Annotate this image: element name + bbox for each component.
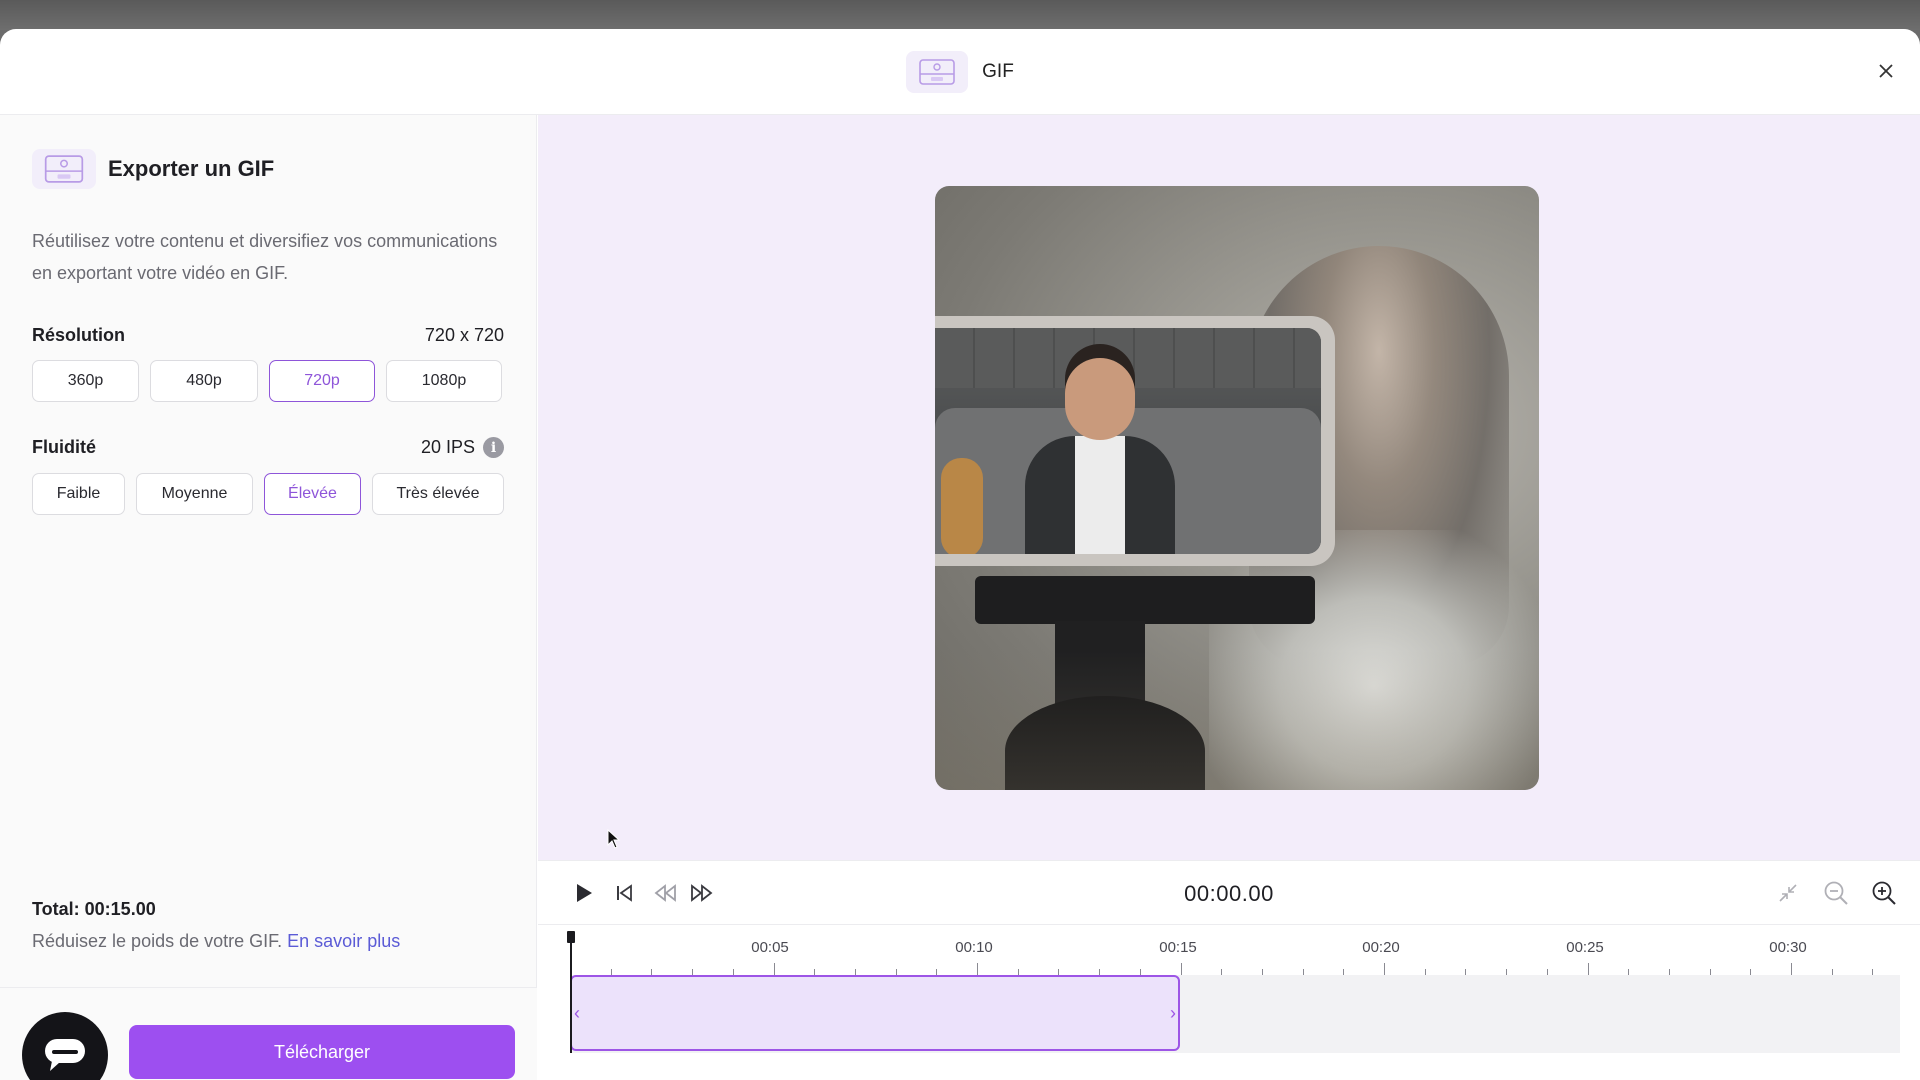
gif-thumbnail-icon: [906, 50, 969, 93]
resolution-option-1080p[interactable]: 1080p: [386, 360, 502, 402]
fluidity-option-medium[interactable]: Moyenne: [136, 473, 253, 515]
fluidity-value-group: 20 IPS i: [421, 437, 504, 458]
range-start-handle[interactable]: ‹: [574, 1003, 580, 1024]
backdrop: [0, 0, 1920, 30]
mouse-cursor-icon: [607, 829, 621, 849]
zoom-in-icon[interactable]: [1870, 879, 1898, 907]
fluidity-options: Faible Moyenne Élevée Très élevée: [32, 473, 504, 515]
video-guitar: [941, 458, 983, 554]
collapse-icon[interactable]: [1774, 879, 1802, 907]
reduce-size-text: Réduisez le poids de votre GIF.: [32, 931, 283, 951]
ruler-label: 00:15: [1159, 939, 1197, 956]
close-icon[interactable]: [1872, 57, 1900, 85]
download-button[interactable]: Télécharger: [129, 1025, 515, 1079]
video-foreground-blur: [935, 650, 1539, 790]
modal-title: GIF: [982, 60, 1014, 82]
video-tripod-head: [975, 576, 1315, 624]
chat-icon[interactable]: [22, 1012, 108, 1080]
export-description: Réutilisez votre contenu et diversifiez …: [32, 231, 498, 283]
export-heading: Exporter un GIF: [32, 149, 274, 189]
video-phone: [935, 316, 1335, 566]
video-preview[interactable]: [935, 186, 1539, 790]
ruler-label: 00:10: [955, 939, 993, 956]
video-kid-head: [1065, 358, 1135, 440]
ruler-tick: [977, 963, 978, 975]
total-duration: Total: 00:15.00: [32, 899, 156, 919]
fluidity-option-very-high[interactable]: Très élevée: [372, 473, 504, 515]
ruler-tick: [1384, 963, 1385, 975]
ruler-tick: [1587, 963, 1589, 975]
export-title: Exporter un GIF: [108, 156, 275, 181]
panel-footer: Télécharger: [0, 987, 537, 1080]
reduce-size-note: Réduisez le poids de votre GIF. En savoi…: [32, 931, 400, 952]
video-preview-area: [538, 115, 1920, 860]
header-title-group: GIF: [906, 50, 1014, 93]
ruler-tick: [1180, 963, 1182, 975]
fluidity-header: Fluidité 20 IPS i: [32, 437, 504, 458]
video-phone-screen: [935, 328, 1321, 554]
resolution-header: Résolution 720 x 720: [32, 325, 504, 346]
ruler-label: 00:05: [751, 939, 789, 956]
ruler-label: 00:20: [1362, 939, 1400, 956]
resolution-option-480p[interactable]: 480p: [150, 360, 258, 402]
ruler-label: 00:30: [1769, 939, 1807, 956]
video-kid-shirt: [1075, 436, 1125, 554]
modal-header: GIF: [0, 29, 1920, 115]
ruler-tick: [773, 963, 775, 975]
fluidity-label: Fluidité: [32, 437, 96, 457]
ruler-tick: [1791, 963, 1792, 975]
fluidity-option-high[interactable]: Élevée: [264, 473, 361, 515]
resolution-value: 720 x 720: [424, 325, 504, 345]
info-icon[interactable]: i: [483, 437, 504, 458]
settings-panel: Exporter un GIF Réutilisez votre contenu…: [0, 115, 537, 1080]
resolution-label: Résolution: [32, 325, 125, 345]
fluidity-value: 20 IPS: [420, 437, 475, 457]
resolution-option-360p[interactable]: 360p: [32, 360, 139, 402]
current-timecode: 00:00.00: [1184, 881, 1274, 906]
resolution-options: 360p 480p 720p 1080p: [32, 360, 504, 402]
timeline-ruler[interactable]: 00:05 00:10 00:15 00:20 00:25 00:30: [570, 925, 1900, 975]
gif-range-selection[interactable]: ‹ ›: [570, 975, 1180, 1051]
transport-bar: 00:00.00: [538, 861, 1920, 925]
gif-icon: [32, 149, 96, 189]
ruler-label: 00:25: [1566, 939, 1604, 956]
fluidity-option-low[interactable]: Faible: [32, 473, 125, 515]
playhead[interactable]: [570, 937, 572, 1053]
range-end-handle[interactable]: ›: [1170, 1003, 1176, 1024]
player-controls: 00:00.00 00:05 00:10 00:15 00:20 00:25 0…: [538, 860, 1920, 1080]
gif-export-modal: GIF Exporter un GIF Réutilisez votre con…: [0, 29, 1920, 1080]
timeline-track[interactable]: ‹ ›: [570, 975, 1900, 1053]
resolution-option-720p[interactable]: 720p: [269, 360, 375, 402]
zoom-out-icon[interactable]: [1822, 879, 1850, 907]
learn-more-link[interactable]: En savoir plus: [287, 931, 400, 951]
